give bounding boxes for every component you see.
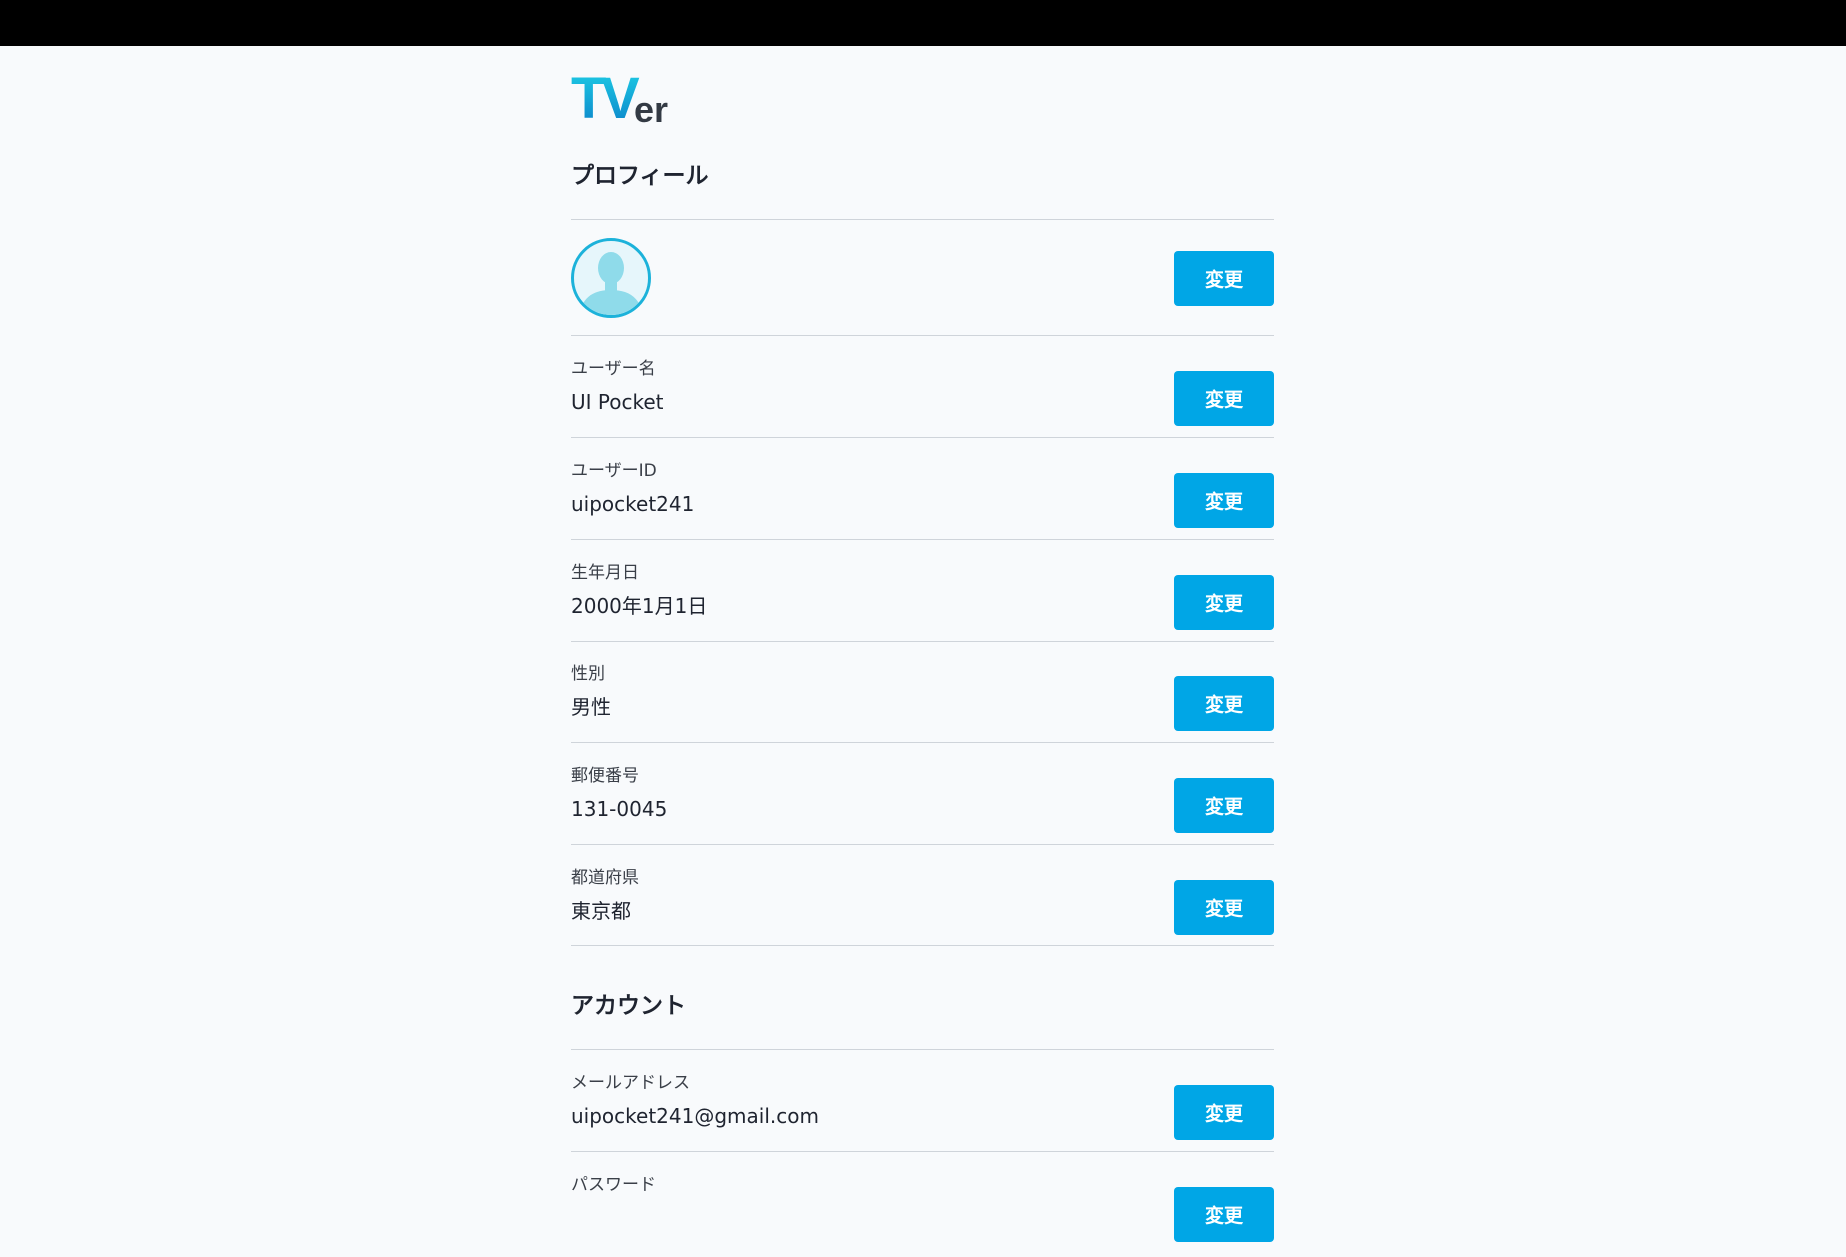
username-label: ユーザー名 (571, 359, 656, 379)
username-value: UI Pocket (571, 390, 664, 414)
prefecture-value: 東京都 (571, 899, 631, 923)
account-row-password: パスワード 変更 (571, 1177, 1274, 1257)
profile-row-user-id: ユーザーID uipocket241 変更 (571, 463, 1274, 543)
change-postal-code-button[interactable]: 変更 (1174, 778, 1274, 833)
profile-section-title: プロフィール (571, 163, 709, 189)
change-avatar-button[interactable]: 変更 (1174, 251, 1274, 306)
postal-code-value: 131-0045 (571, 797, 668, 821)
logo-letters-er: er (634, 89, 668, 128)
user-id-value: uipocket241 (571, 492, 695, 516)
divider (571, 1049, 1274, 1050)
email-label: メールアドレス (571, 1073, 690, 1093)
account-row-email: メールアドレス uipocket241@gmail.com 変更 (571, 1075, 1274, 1155)
divider (571, 335, 1274, 336)
divider (571, 539, 1274, 540)
profile-row-birthdate: 生年月日 2000年1月1日 変更 (571, 565, 1274, 645)
divider (571, 742, 1274, 743)
change-username-button[interactable]: 変更 (1174, 371, 1274, 426)
postal-code-label: 郵便番号 (571, 766, 639, 786)
profile-row-postal-code: 郵便番号 131-0045 変更 (571, 768, 1274, 848)
change-password-button[interactable]: 変更 (1174, 1187, 1274, 1242)
user-avatar-icon (571, 238, 651, 318)
account-section-title: アカウント (571, 993, 686, 1019)
password-label: パスワード (571, 1175, 656, 1195)
divider (571, 844, 1274, 845)
change-user-id-button[interactable]: 変更 (1174, 473, 1274, 528)
change-email-button[interactable]: 変更 (1174, 1085, 1274, 1140)
divider (571, 437, 1274, 438)
gender-label: 性別 (571, 664, 605, 684)
user-id-label: ユーザーID (571, 461, 657, 481)
change-birthdate-button[interactable]: 変更 (1174, 575, 1274, 630)
divider (571, 1151, 1274, 1152)
birthdate-label: 生年月日 (571, 563, 639, 583)
avatar-row: 変更 (571, 220, 1274, 336)
profile-row-prefecture: 都道府県 東京都 変更 (571, 870, 1274, 950)
divider (571, 945, 1274, 946)
divider (571, 641, 1274, 642)
gender-value: 男性 (571, 695, 611, 719)
birthdate-value: 2000年1月1日 (571, 594, 708, 618)
profile-row-gender: 性別 男性 変更 (571, 666, 1274, 746)
tver-logo[interactable]: T V er (571, 68, 681, 128)
prefecture-label: 都道府県 (571, 868, 639, 888)
change-gender-button[interactable]: 変更 (1174, 676, 1274, 731)
profile-row-username: ユーザー名 UI Pocket 変更 (571, 361, 1274, 441)
email-value: uipocket241@gmail.com (571, 1104, 819, 1128)
change-prefecture-button[interactable]: 変更 (1174, 880, 1274, 935)
top-bar (0, 0, 1846, 46)
